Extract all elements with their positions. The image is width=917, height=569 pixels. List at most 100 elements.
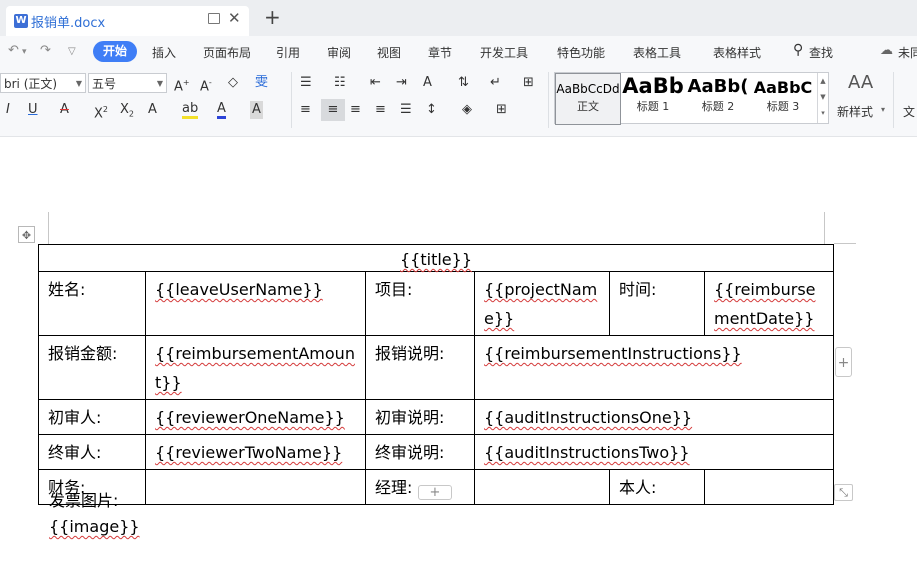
value-cell[interactable]: {{reimbursementInstructions}}	[474, 335, 834, 400]
show-marks-icon[interactable]: ↵	[490, 74, 501, 92]
chevron-down-icon[interactable]: ▾	[881, 101, 885, 119]
highlight-icon[interactable]: ab	[182, 101, 199, 119]
table-move-handle-icon[interactable]: ✥	[18, 226, 35, 243]
value-cell[interactable]: {{reviewerTwoName}}	[145, 434, 366, 470]
bullets-icon[interactable]: ☰	[300, 74, 312, 92]
align-right-icon[interactable]: ≡	[350, 101, 361, 119]
superscript-icon[interactable]: X2	[94, 101, 108, 123]
style-heading-3[interactable]: AaBbC 标题 3	[751, 73, 815, 123]
character-shading-icon[interactable]: A	[250, 101, 263, 119]
value-cell[interactable]: {{auditInstructionsTwo}}	[474, 434, 834, 470]
value-cell[interactable]: {{auditInstructionsOne}}	[474, 399, 834, 435]
document-tab[interactable]: W 报销单.docx ✕	[6, 6, 249, 36]
italic-icon[interactable]: I	[6, 101, 10, 119]
menu-insert[interactable]: 插入	[152, 44, 176, 61]
text-tools-button[interactable]: 文	[903, 103, 915, 121]
text-effect-icon[interactable]: A	[148, 101, 157, 119]
decrease-indent-icon[interactable]: ⇤	[370, 74, 381, 92]
menu-page-layout[interactable]: 页面布局	[203, 44, 251, 61]
style-label: 标题 2	[701, 100, 735, 113]
value-cell[interactable]	[704, 469, 834, 505]
menu-home[interactable]: 开始	[93, 41, 137, 62]
quick-access-dropdown-icon[interactable]: ▽	[68, 46, 76, 57]
search-icon[interactable]: ⚲	[793, 42, 803, 58]
grow-font-icon[interactable]: A+	[174, 74, 190, 96]
style-heading-1[interactable]: AaBb 标题 1	[621, 73, 685, 123]
chevron-down-icon: ▼	[156, 79, 163, 88]
label-cell[interactable]: 时间:	[609, 271, 705, 336]
add-row-button[interactable]: +	[418, 485, 452, 500]
label-cell[interactable]: 项目:	[365, 271, 475, 336]
font-size-select[interactable]: 五号 ▼	[88, 73, 167, 93]
label-cell[interactable]: 初审人:	[38, 399, 146, 435]
font-name-value: bri (正文)	[4, 77, 58, 91]
new-style-button[interactable]: 新样式	[837, 103, 873, 121]
value-cell[interactable]: {{projectName}}	[474, 271, 610, 336]
phonetic-guide-icon[interactable]: 雯	[255, 74, 268, 92]
image-placeholder[interactable]: {{image}}	[49, 517, 140, 536]
cloud-sync-icon[interactable]: ☁	[880, 43, 893, 58]
undo-icon[interactable]: ↶	[8, 43, 19, 58]
label-cell[interactable]: 本人:	[609, 469, 705, 505]
shrink-font-icon[interactable]: A-	[200, 74, 212, 96]
value-cell[interactable]: {{reimbursementDate}}	[704, 271, 834, 336]
table-title-cell[interactable]: {{title}}	[38, 244, 834, 272]
subscript-icon[interactable]: X2	[120, 101, 134, 124]
placeholder-text: {{projectName}}	[484, 280, 598, 328]
redo-icon[interactable]: ↷	[40, 43, 51, 58]
value-cell[interactable]	[474, 469, 610, 505]
menu-section[interactable]: 章节	[428, 44, 452, 61]
close-tab-icon[interactable]: ✕	[228, 9, 241, 27]
line-spacing-icon[interactable]: ↕	[426, 101, 437, 119]
numbering-icon[interactable]: ☷	[334, 74, 346, 92]
distributed-icon[interactable]: ☰	[400, 101, 412, 119]
new-style-icon[interactable]: AA	[848, 74, 873, 92]
justify-icon[interactable]: ≡	[375, 101, 386, 119]
page-margin-marker	[824, 212, 825, 244]
shading-icon[interactable]: ◈	[462, 101, 472, 119]
table-resize-icon[interactable]: ⤡	[834, 484, 853, 501]
menu-special-features[interactable]: 特色功能	[557, 44, 605, 61]
undo-dropdown-icon[interactable]: ▾	[22, 47, 27, 57]
menu-unsynced[interactable]: 未同	[898, 44, 917, 61]
label-cell[interactable]: 报销金额:	[38, 335, 146, 400]
label-cell[interactable]: 姓名:	[38, 271, 146, 336]
align-left-icon[interactable]: ≡	[300, 101, 311, 119]
style-heading-2[interactable]: AaBb( 标题 2	[686, 73, 750, 123]
align-center-icon[interactable]: ≡	[321, 99, 345, 121]
font-name-select[interactable]: bri (正文) ▼	[0, 73, 86, 93]
add-column-button[interactable]: +	[835, 347, 852, 377]
table-row: 姓名: {{leaveUserName}} 项目: {{projectName}…	[38, 271, 834, 336]
page-margin-marker	[48, 212, 49, 244]
label-cell[interactable]: 报销说明:	[365, 335, 475, 400]
value-cell[interactable]: {{leaveUserName}}	[145, 271, 366, 336]
menu-table-style[interactable]: 表格样式	[713, 44, 761, 61]
value-cell[interactable]: {{reimbursementAmount}}	[145, 335, 366, 400]
style-normal[interactable]: AaBbCcDd 正文	[555, 73, 621, 125]
menu-developer-tools[interactable]: 开发工具	[480, 44, 528, 61]
value-cell[interactable]	[145, 469, 366, 505]
menu-find[interactable]: 查找	[809, 44, 833, 61]
chinese-layout-icon[interactable]: A	[423, 74, 432, 92]
table-border-icon[interactable]: ⊞	[523, 74, 534, 92]
sort-icon[interactable]: ⇅	[458, 74, 469, 92]
new-tab-button[interactable]: +	[264, 5, 281, 29]
label-cell[interactable]: 终审说明:	[365, 434, 475, 470]
value-cell[interactable]: {{reviewerOneName}}	[145, 399, 366, 435]
clear-format-icon[interactable]: ◇	[228, 74, 238, 92]
underline-icon[interactable]: U	[28, 101, 38, 119]
label-cell[interactable]: 初审说明:	[365, 399, 475, 435]
styles-scroll[interactable]: ▲ ▼ ▾	[817, 73, 828, 123]
menu-table-tools[interactable]: 表格工具	[633, 44, 681, 61]
label-cell[interactable]: 终审人:	[38, 434, 146, 470]
writer-app-icon: W	[14, 14, 28, 28]
increase-indent-icon[interactable]: ⇥	[396, 74, 407, 92]
invoice-image-label[interactable]: 发票图片:	[49, 487, 118, 511]
menu-references[interactable]: 引用	[276, 44, 300, 61]
menu-review[interactable]: 审阅	[327, 44, 351, 61]
borders-icon[interactable]: ⊞	[496, 101, 507, 119]
menu-view[interactable]: 视图	[377, 44, 401, 61]
strikethrough-icon[interactable]: A	[60, 101, 69, 119]
pin-window-icon[interactable]	[208, 13, 220, 24]
font-color-icon[interactable]: A	[217, 101, 226, 119]
